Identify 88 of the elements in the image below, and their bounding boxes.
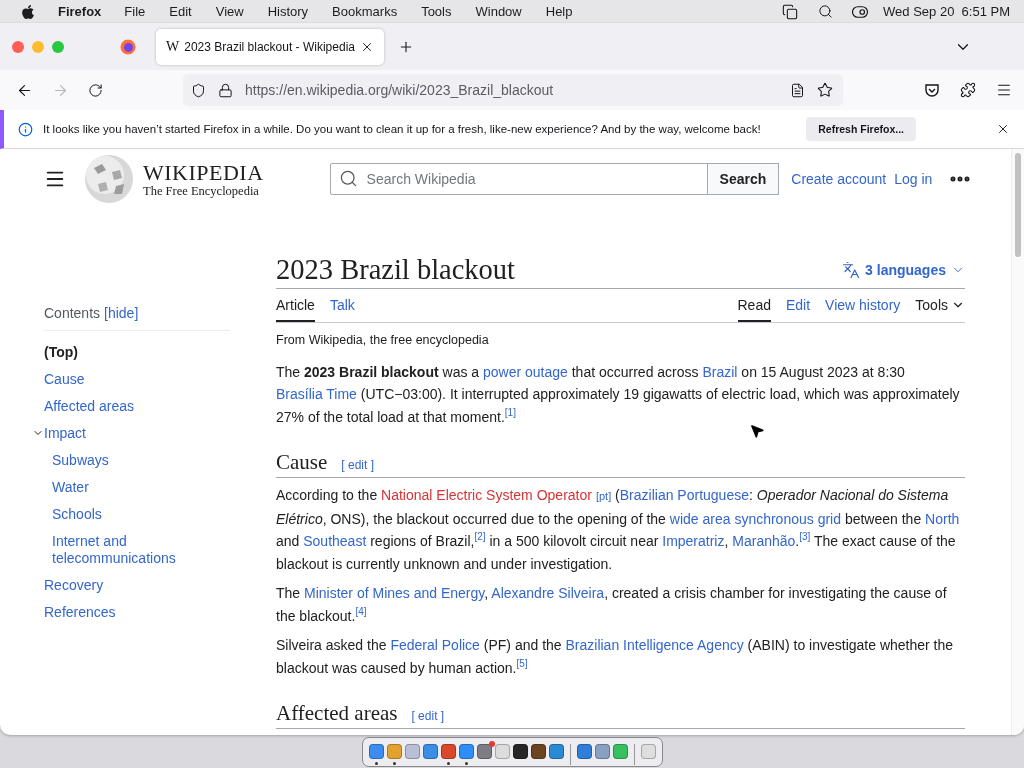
page-tab[interactable]: Article — [276, 288, 315, 322]
contents-item[interactable]: Cause — [44, 365, 230, 393]
scrollbar-thumb[interactable] — [1015, 153, 1021, 257]
contents-item[interactable]: Water — [52, 473, 230, 501]
reader-view-icon[interactable] — [790, 82, 805, 98]
reload-icon[interactable] — [88, 82, 103, 98]
menu-item[interactable]: Bookmarks — [332, 4, 398, 19]
contents-item[interactable]: References — [44, 598, 230, 626]
bookmark-star-icon[interactable] — [817, 82, 833, 98]
wikipedia-tagline: The Free Encyclopedia — [143, 184, 260, 197]
menu-item[interactable]: View — [215, 4, 244, 19]
link[interactable]: Southeast — [303, 533, 367, 549]
reference-link[interactable]: [2] — [474, 531, 486, 543]
contents-item[interactable]: Schools — [52, 500, 230, 528]
menu-item[interactable]: Help — [545, 4, 573, 19]
menu-icon[interactable] — [996, 82, 1012, 98]
section-heading: Cause — [276, 450, 328, 475]
search-field[interactable]: Search Wikipedia — [329, 163, 708, 196]
menu-item[interactable]: File — [124, 4, 146, 19]
link[interactable]: power outage — [483, 363, 568, 380]
page-tab[interactable]: View history — [825, 288, 901, 322]
menu-item[interactable]: Edit — [169, 4, 192, 19]
search-icon[interactable] — [818, 4, 834, 19]
contents-item[interactable]: Impact — [44, 419, 86, 447]
menu-item[interactable]: History — [267, 4, 309, 19]
menu-item[interactable]: Tools — [421, 4, 452, 19]
languages-button[interactable]: 3 languages — [842, 260, 965, 279]
account-link[interactable]: Create account — [791, 171, 887, 188]
menu-item[interactable]: Firefox — [58, 4, 102, 19]
link[interactable]: North — [925, 510, 960, 527]
paragraph: Silveira asked the Federal Police (PF) and the Brazilian Intelligence Agency (ABIN) to investigate whether the blackout was caused by human action.$^{[5]}$ — [276, 636, 955, 678]
window-switcher-icon[interactable] — [782, 3, 799, 20]
page-tab[interactable]: Read — [737, 288, 771, 322]
reference-link[interactable]: [1] — [504, 406, 516, 418]
search-button[interactable]: Search — [706, 163, 780, 196]
page-tab[interactable]: Talk — [329, 288, 355, 322]
contents-item[interactable]: Affected areas — [44, 392, 230, 420]
apple-logo-icon[interactable] — [20, 3, 36, 20]
refresh-firefox-button[interactable]: Refresh Firefox... — [806, 117, 916, 141]
url-text: https://en.wikipedia.org/wiki/2023_Brazil_blackout — [245, 82, 555, 98]
paragraph: According to the National Electric System Operator [pt] (Brazilian Portuguese: Operador Nacional do Sistema Elétrico, ONS), the blackout occurred due to the opening of the wide area synchronous grid between the North and Southeast regions of Brazil,$^{[2]}$ in a 500 kilovolt circuit near Imperatriz, Maranhão.$^{[3]}$ The exact cause of the blackout is currently unknown and under investigation. — [276, 486, 961, 574]
mouse-pointer-icon — [749, 423, 765, 439]
paragraph: The 2023 Brazil blackout was a power outage that occurred across Brazil on 15 August 2023 at 8:30 Brasília Time (UTC−03:00). It interrupted approximately 19 gigawatts of electric load, which was approximately 27% of the total load at that moment.$^{[1]}$ — [276, 362, 961, 427]
account-link[interactable]: Log in — [894, 171, 933, 188]
translate-icon — [842, 260, 861, 279]
link[interactable]: wide area synchronous grid — [669, 510, 841, 527]
site-tagline: From Wikipedia, the free encyclopedia — [276, 332, 490, 347]
article-title: 2023 Brazil blackout — [276, 253, 516, 286]
link[interactable]: Brasília Time — [276, 386, 357, 402]
wikipedia-wordmark[interactable]: WIKIPEDIA — [143, 161, 264, 184]
tools-menu-button[interactable]: Tools — [915, 288, 965, 322]
firefox-logo-icon[interactable] — [120, 38, 136, 55]
contents-item[interactable]: (Top) — [44, 338, 230, 366]
browser-tab[interactable]: W 2023 Brazil blackout - Wikipedia — [156, 28, 384, 65]
menu-item[interactable]: Window — [475, 4, 522, 19]
interlanguage-link[interactable]: [pt] — [595, 490, 612, 502]
edit-link[interactable]: [ edit ] — [411, 709, 445, 723]
contents-item[interactable]: Internet and telecommunications — [52, 527, 230, 572]
link[interactable]: Brazilian Intelligence Agency — [565, 637, 744, 653]
page-tab[interactable]: Edit — [785, 288, 811, 322]
shield-icon — [191, 82, 206, 98]
contents-item[interactable]: Subways — [52, 446, 230, 474]
notification-message: It looks like you haven’t started Firefox in a while. Do you want to clean it up for a fresh, like-new experience? And by the way, welcome back! — [43, 123, 762, 135]
reference-link[interactable]: [3] — [799, 531, 811, 543]
section-heading: Affected areas — [276, 701, 398, 726]
paragraph: The Minister of Mines and Energy, Alexandre Silveira, created a crisis chamber for investigating the cause of the blackout.$^{[4]}$ — [276, 584, 948, 626]
close-icon[interactable] — [996, 122, 1010, 136]
extensions-icon[interactable] — [960, 82, 976, 98]
link[interactable]: Brazilian Portuguese — [619, 487, 749, 503]
address-field[interactable]: https://en.wikipedia.org/wiki/2023_Brazil_blackout — [183, 74, 843, 106]
reference-link[interactable]: [4] — [355, 605, 367, 617]
lock-icon — [218, 82, 233, 98]
missing-article-link[interactable]: National Electric System Operator — [381, 487, 592, 503]
info-icon — [18, 121, 33, 137]
clock[interactable]: Wed Sep 20 6:51 PM — [883, 4, 1010, 19]
close-window-button[interactable] — [12, 40, 24, 53]
link[interactable]: Brazil — [702, 363, 738, 380]
link[interactable]: Federal Police — [390, 637, 480, 653]
reference-link[interactable]: [5] — [516, 657, 528, 669]
pocket-icon[interactable] — [924, 82, 940, 98]
hide-link[interactable]: [hide] — [104, 304, 139, 321]
wikipedia-favicon: W — [166, 38, 180, 55]
contents-item[interactable]: Recovery — [44, 571, 230, 599]
edit-link[interactable]: [ edit ] — [341, 458, 374, 472]
search-icon — [338, 169, 358, 189]
contents-heading: Contents — [44, 304, 101, 321]
tab-title: 2023 Brazil blackout - Wikipedia — [184, 39, 355, 54]
globe-logo-icon — [84, 154, 134, 205]
